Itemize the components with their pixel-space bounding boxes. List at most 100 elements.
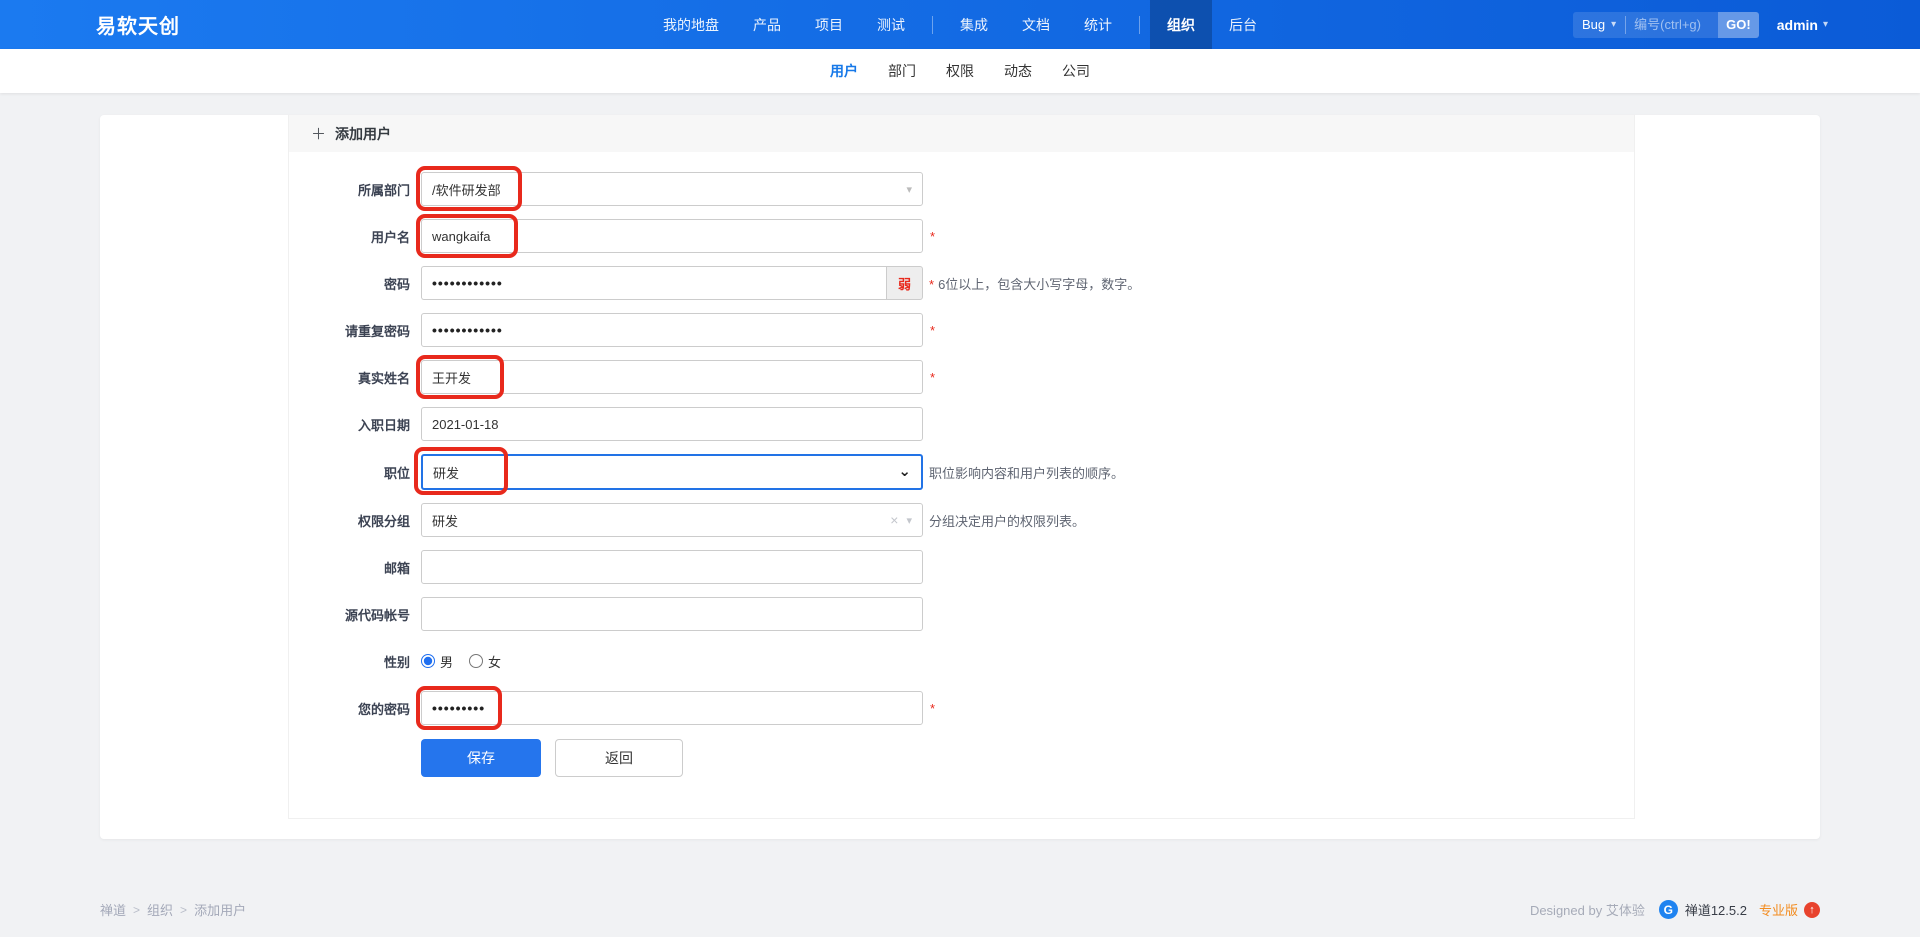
nav-item-organization[interactable]: 组织 xyxy=(1150,0,1212,49)
password-hint-text: 6位以上，包含大小写字母，数字。 xyxy=(938,277,1140,292)
plus-icon: ＋ xyxy=(311,123,326,144)
form-row-verify-password: 您的密码 * xyxy=(289,691,1634,725)
nav-item-qa[interactable]: 测试 xyxy=(860,0,922,49)
content-card: ＋ 添加用户 所属部门 /软件研发部 ▾ xyxy=(100,115,1820,839)
password-input[interactable] xyxy=(421,266,886,300)
breadcrumb-organization[interactable]: 组织 xyxy=(147,900,173,919)
password2-input[interactable] xyxy=(421,313,923,347)
group-control: 研发 × ▾ xyxy=(421,503,923,537)
password2-label: 请重复密码 xyxy=(289,321,421,340)
form-buttons-row: 保存 返回 xyxy=(289,739,1634,777)
app-logo[interactable]: 易软天创 xyxy=(96,10,180,39)
breadcrumb: 禅道 > 组织 > 添加用户 xyxy=(100,900,246,919)
commiter-label: 源代码帐号 xyxy=(289,605,421,624)
tab-company[interactable]: 公司 xyxy=(1062,61,1090,81)
password2-control xyxy=(421,313,923,347)
form-row-join-date: 入职日期 xyxy=(289,407,1634,441)
nav-item-project[interactable]: 项目 xyxy=(798,0,860,49)
page: 易软天创 我的地盘 产品 项目 测试 集成 文档 统计 组织 后台 Bug ▾ … xyxy=(0,0,1920,937)
edition-link[interactable]: 专业版 xyxy=(1759,900,1798,919)
form-row-account: 用户名 * xyxy=(289,219,1634,253)
dept-control: /软件研发部 ▾ xyxy=(421,172,923,206)
role-select[interactable]: 研发 ⌄ xyxy=(421,454,923,490)
panel-header: ＋ 添加用户 xyxy=(289,115,1634,152)
join-date-label: 入职日期 xyxy=(289,415,421,434)
join-date-input[interactable] xyxy=(421,407,923,441)
caret-down-icon: ▾ xyxy=(1611,19,1616,30)
gender-female-label: 女 xyxy=(488,652,501,671)
nav-item-doc[interactable]: 文档 xyxy=(1005,0,1067,49)
footer-credits: Designed by 艾体验 G 禅道12.5.2 专业版 ↑ xyxy=(1530,900,1820,919)
sub-navbar: 用户 部门 权限 动态 公司 xyxy=(0,49,1920,93)
tab-user[interactable]: 用户 xyxy=(830,61,858,81)
tab-privilege[interactable]: 权限 xyxy=(946,61,974,81)
form-row-dept: 所属部门 /软件研发部 ▾ xyxy=(289,172,1634,206)
account-control xyxy=(421,219,923,253)
search-category-dropdown[interactable]: Bug ▾ xyxy=(1573,12,1625,38)
nav-divider xyxy=(932,16,933,34)
tab-dept[interactable]: 部门 xyxy=(888,61,916,81)
search-category-label: Bug xyxy=(1582,17,1605,32)
role-control: 研发 ⌄ xyxy=(421,454,923,490)
gender-female-radio[interactable] xyxy=(469,654,483,668)
form-row-gender: 性别 男 女 xyxy=(289,644,1634,678)
gender-female-option[interactable]: 女 xyxy=(469,652,501,671)
search-input[interactable] xyxy=(1626,12,1718,38)
form-row-realname: 真实姓名 * xyxy=(289,360,1634,394)
nav-item-admin[interactable]: 后台 xyxy=(1212,0,1274,49)
nav-item-integration[interactable]: 集成 xyxy=(943,0,1005,49)
group-hint: 分组决定用户的权限列表。 xyxy=(929,511,1085,530)
form-row-email: 邮箱 xyxy=(289,550,1634,584)
global-search: Bug ▾ GO! xyxy=(1573,12,1759,38)
password-hint: *6位以上，包含大小写字母，数字。 xyxy=(929,274,1140,293)
email-label: 邮箱 xyxy=(289,558,421,577)
role-label: 职位 xyxy=(289,463,421,482)
top-navbar: 易软天创 我的地盘 产品 项目 测试 集成 文档 统计 组织 后台 Bug ▾ … xyxy=(0,0,1920,49)
form-row-group: 权限分组 研发 × ▾ 分组决定用户的权限列表。 xyxy=(289,503,1634,537)
clear-icon[interactable]: × xyxy=(890,512,898,528)
form-row-password2: 请重复密码 * xyxy=(289,313,1634,347)
verify-password-input[interactable] xyxy=(421,691,923,725)
email-input[interactable] xyxy=(421,550,923,584)
account-label: 用户名 xyxy=(289,227,421,246)
password-control: 弱 xyxy=(421,266,923,300)
dept-select[interactable]: /软件研发部 ▾ xyxy=(421,172,923,206)
gender-radio-group: 男 女 xyxy=(421,652,517,671)
realname-input[interactable] xyxy=(421,360,923,394)
back-button[interactable]: 返回 xyxy=(555,739,683,777)
role-value: 研发 xyxy=(433,463,898,482)
account-input[interactable] xyxy=(421,219,923,253)
gender-label: 性别 xyxy=(289,652,421,671)
search-go-button[interactable]: GO! xyxy=(1718,12,1759,38)
version-text[interactable]: 禅道12.5.2 xyxy=(1685,900,1747,919)
breadcrumb-separator: > xyxy=(133,903,140,917)
email-control xyxy=(421,550,923,584)
save-button[interactable]: 保存 xyxy=(421,739,541,777)
caret-down-icon: ▾ xyxy=(1823,19,1828,30)
required-mark: * xyxy=(930,229,935,244)
password-input-group: 弱 xyxy=(421,266,923,300)
gender-male-option[interactable]: 男 xyxy=(421,652,453,671)
tab-dynamic[interactable]: 动态 xyxy=(1004,61,1032,81)
group-label: 权限分组 xyxy=(289,511,421,530)
nav-item-product[interactable]: 产品 xyxy=(736,0,798,49)
gender-male-radio[interactable] xyxy=(421,654,435,668)
commiter-input[interactable] xyxy=(421,597,923,631)
nav-item-my[interactable]: 我的地盘 xyxy=(646,0,736,49)
chevron-down-icon: ⌄ xyxy=(898,467,911,477)
picker-icons: × ▾ xyxy=(890,512,912,528)
form-row-commiter: 源代码帐号 xyxy=(289,597,1634,631)
user-menu[interactable]: admin ▾ xyxy=(1777,17,1828,33)
gender-male-label: 男 xyxy=(440,652,453,671)
dept-label: 所属部门 xyxy=(289,180,421,199)
verify-password-control xyxy=(421,691,923,725)
form-row-role: 职位 研发 ⌄ 职位影响内容和用户列表的顺序。 xyxy=(289,454,1634,490)
breadcrumb-home[interactable]: 禅道 xyxy=(100,900,126,919)
navbar-right: Bug ▾ GO! admin ▾ xyxy=(1573,12,1828,38)
group-value: 研发 xyxy=(432,511,890,530)
designed-by-text: Designed by 艾体验 xyxy=(1530,900,1645,919)
nav-item-report[interactable]: 统计 xyxy=(1067,0,1129,49)
group-picker[interactable]: 研发 × ▾ xyxy=(421,503,923,537)
upgrade-icon[interactable]: ↑ xyxy=(1804,902,1820,918)
main-content: ＋ 添加用户 所属部门 /软件研发部 ▾ xyxy=(0,93,1920,888)
